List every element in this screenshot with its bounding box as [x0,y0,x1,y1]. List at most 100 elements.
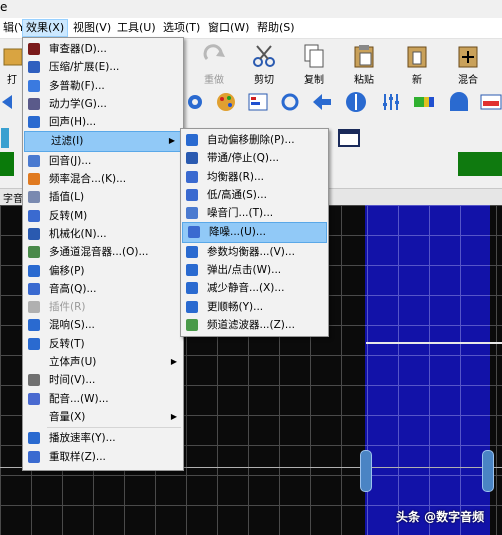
clock-icon [28,374,40,387]
menu-separator [47,427,181,429]
palette-icon[interactable] [215,91,237,113]
vertical-arrows-icon[interactable] [345,91,367,113]
window-icon[interactable] [338,127,360,149]
new-icon [404,43,430,69]
effects-menu-item[interactable]: 压缩/扩展(E)... [23,58,183,76]
effects-menu: 审查器(D)... 压缩/扩展(E)... 多普勒(F)... 动力学(G)... 回声… [22,37,184,471]
new-button[interactable]: 新 [395,43,439,86]
effects-menu-item[interactable]: 时间(V)... [23,371,183,389]
window-title-fragment: e [0,0,8,14]
selection-region[interactable] [365,205,490,535]
effects-menu-item[interactable]: 插件(R) [23,298,183,316]
effects-menu-item[interactable]: 播放速率(Y)... [23,429,183,447]
menu-tools[interactable]: 工具(U) [114,20,159,36]
effects-menu-item[interactable]: 机械化(N)... [23,225,183,243]
effects-menu-item[interactable]: 多通道混音器...(O)... [23,243,183,261]
effects-menu-item[interactable]: 音高(Q)... [23,280,183,298]
paste-button[interactable]: 粘贴 [342,43,386,86]
reduce-silence-icon [186,282,198,295]
effects-menu-item[interactable]: 反转(M) [23,207,183,225]
effects-menu-item[interactable]: 音量(X) ▶ [23,408,183,426]
display-icon[interactable] [480,91,502,113]
effects-menu-item[interactable]: 混响(S)... [23,316,183,334]
level-display [458,152,502,176]
effects-menu-item[interactable]: 反转(T) [23,335,183,353]
filter-submenu-item[interactable]: 更顺畅(Y)... [181,298,328,316]
spectrum-icon[interactable] [247,91,269,113]
filter-submenu-item-label: 自动偏移删除(P)... [207,134,295,146]
effects-menu-item[interactable]: 回音(J)... [23,152,183,170]
selection-end-handle[interactable] [482,450,494,492]
effects-menu-item-label: 频率混合...(K)... [49,173,127,186]
copy-button[interactable]: 复制 [292,43,336,86]
effects-menu-item-label: 机械化(N)... [49,227,107,240]
mix-button[interactable]: 混合 [446,43,490,86]
effects-menu-item-label: 音量(X) [49,410,86,423]
copy-icon [301,43,327,69]
interpolate-icon [28,191,40,204]
time-display [0,152,14,176]
filter-submenu-item-label: 降噪...(U)... [209,226,266,239]
effects-menu-item[interactable]: 过滤(I) ▶ [24,131,182,152]
inspector-icon [28,43,40,55]
echo-icon [28,116,40,129]
effects-menu-item-label: 反转(T) [49,337,85,350]
reverb-icon [28,154,40,167]
effects-menu-item[interactable]: 插值(L) [23,188,183,206]
watermark: 头条 @数字音频 [396,510,485,524]
menu-help[interactable]: 帮助(S) [254,20,298,36]
filter-submenu-item[interactable]: 噪音门...(T)... [181,204,328,222]
effects-menu-item[interactable]: 审查器(D)... [23,40,183,58]
level-meter-icon[interactable] [413,91,435,113]
effects-menu-item-label: 回音(J)... [49,154,92,167]
effects-menu-item[interactable]: 动力学(G)... [23,95,183,113]
effects-menu-item[interactable]: 回声(H)... [23,113,183,131]
mix-icon [455,43,481,69]
filter-submenu-item[interactable]: 降噪...(U)... [182,222,327,243]
redo-button[interactable]: 重做 [192,43,236,86]
effects-menu-item[interactable]: 重取样(Z)... [23,448,183,466]
compress-icon [28,61,40,74]
menu-options[interactable]: 选项(T) [160,20,203,36]
pop-click-icon [186,264,198,277]
param-eq-icon [186,245,198,258]
effects-menu-item[interactable]: 配音...(W)... [23,390,183,408]
dc-offset-icon [186,134,198,146]
open-button[interactable]: 打 [0,43,24,86]
effects-menu-item-label: 回声(H)... [49,116,97,129]
menu-window[interactable]: 窗口(W) [205,20,252,36]
filter-submenu-item[interactable]: 弹出/点击(W)... [181,261,328,279]
effects-menu-item-label: 重取样(Z)... [49,450,106,463]
effects-menu-item-label: 混响(S)... [49,319,95,332]
record-icon[interactable] [0,127,22,149]
cut-button[interactable]: 剪切 [242,43,286,86]
filter-submenu-item[interactable]: 频道滤波器...(Z)... [181,316,328,334]
effects-menu-item-label: 配音...(W)... [49,392,109,405]
filter-submenu-item[interactable]: 减少静音...(X)... [181,279,328,297]
effects-menu-item-label: 插件(R) [49,301,86,314]
effects-menu-item[interactable]: 立体声(U) ▶ [23,353,183,371]
filter-submenu-item[interactable]: 带通/停止(Q)... [181,149,328,167]
effects-menu-item[interactable]: 频率混合...(K)... [23,170,183,188]
filter-submenu-item[interactable]: 参数均衡器...(V)... [181,243,328,261]
dome-icon[interactable] [448,91,470,113]
paste-icon [351,43,377,69]
menu-effects[interactable]: 效果(X) [22,19,69,37]
redo-icon [201,43,227,69]
selection-start-handle[interactable] [360,450,372,492]
mixer-sliders-icon[interactable] [380,91,402,113]
effects-menu-item[interactable]: 偏移(P) [23,262,183,280]
reverse-icon [28,337,40,350]
gear-icon[interactable] [184,91,206,113]
filter-submenu-item[interactable]: 均衡器(R)... [181,168,328,186]
filter-submenu-item[interactable]: 自动偏移删除(P)... [181,131,328,149]
marker-icon[interactable] [0,91,22,113]
menu-view[interactable]: 视图(V) [70,20,114,36]
filter-submenu-item[interactable]: 低/高通(S)... [181,186,328,204]
effects-menu-item[interactable]: 多普勒(F)... [23,77,183,95]
effects-menu-item-label: 插值(L) [49,191,85,204]
loop-icon[interactable] [279,91,301,113]
arrow-left-icon[interactable] [311,91,333,113]
dynamics-icon [28,97,40,110]
speed-icon [28,432,40,445]
